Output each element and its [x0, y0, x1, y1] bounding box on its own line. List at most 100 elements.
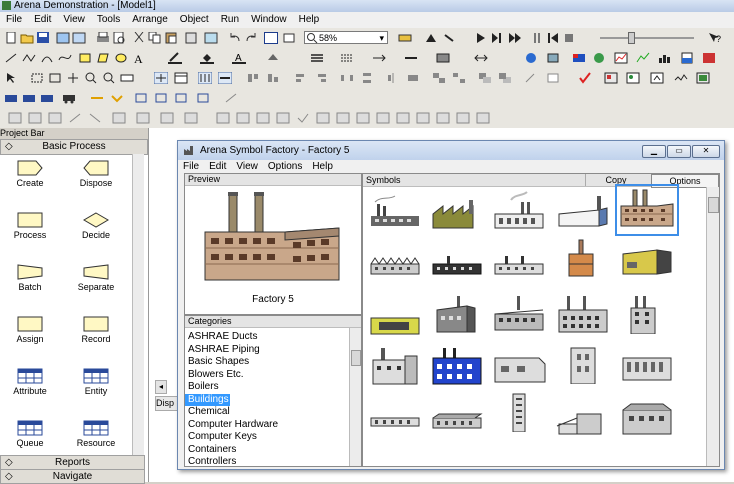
dlg-menu-view[interactable]: View [231, 160, 263, 173]
building-symbol-21[interactable] [367, 396, 423, 438]
dlg-menu-help[interactable]: Help [307, 160, 338, 173]
go-icon[interactable] [474, 32, 488, 44]
line-icon[interactable] [4, 52, 18, 64]
building-symbol-18[interactable] [491, 344, 547, 386]
template-detach-icon[interactable] [72, 32, 86, 44]
animate-connectors-icon[interactable] [88, 112, 102, 124]
histogram-icon[interactable] [658, 52, 672, 64]
cut-icon[interactable] [132, 32, 146, 44]
watch-icon[interactable] [336, 112, 350, 124]
polygon-icon[interactable] [96, 52, 110, 64]
building-symbol-3[interactable] [491, 190, 547, 232]
category-item[interactable]: Computer Keys [185, 431, 361, 444]
module-batch[interactable]: Batch [0, 264, 60, 292]
controls-icon[interactable] [276, 112, 290, 124]
building-symbol-1[interactable] [367, 190, 423, 232]
flag-icon[interactable] [572, 52, 586, 64]
space-vertical-icon[interactable] [360, 72, 374, 84]
network-icon[interactable] [134, 92, 148, 104]
menu-window[interactable]: Window [245, 12, 293, 28]
animation-speed-slider[interactable] [600, 37, 694, 39]
parking-icon[interactable] [224, 92, 238, 104]
module-record[interactable]: Record [66, 316, 126, 344]
building-symbol-2[interactable] [429, 190, 485, 232]
category-item[interactable]: Chemical [185, 406, 361, 419]
category-item[interactable]: Boilers [185, 381, 361, 394]
building-symbol-11[interactable] [367, 298, 423, 340]
building-symbol-15[interactable] [619, 292, 675, 334]
dlg-menu-edit[interactable]: Edit [204, 160, 231, 173]
ellipse-icon[interactable] [114, 52, 128, 64]
snap-object-icon[interactable] [524, 72, 538, 84]
layout-icon[interactable] [416, 112, 430, 124]
building-symbol-20[interactable] [619, 344, 675, 386]
module-dispose[interactable]: Dispose [66, 160, 126, 188]
step-icon[interactable] [490, 32, 504, 44]
menu-run[interactable]: Run [215, 12, 245, 28]
symbols-scrollbar[interactable] [706, 187, 719, 466]
paste-icon[interactable] [164, 32, 178, 44]
align-top-icon[interactable] [246, 72, 260, 84]
line-style-icon[interactable] [340, 52, 354, 64]
minimize-button[interactable]: ▁ [642, 145, 666, 158]
import-icon[interactable] [476, 112, 490, 124]
align-grid-icon[interactable] [436, 112, 450, 124]
building-symbol-8[interactable] [491, 244, 547, 286]
undo-icon[interactable] [228, 32, 242, 44]
categories-scrollbar[interactable] [349, 328, 361, 466]
zoom-fit-icon[interactable] [102, 72, 116, 84]
check-model-icon[interactable] [578, 72, 592, 84]
flip-icon[interactable] [386, 72, 400, 84]
rotate-icon[interactable] [406, 72, 420, 84]
group-icon[interactable] [432, 72, 446, 84]
dlg-menu-options[interactable]: Options [263, 160, 307, 173]
dlg-menu-file[interactable]: File [178, 160, 204, 173]
insert-object-icon[interactable] [204, 32, 218, 44]
arc-icon[interactable] [40, 52, 54, 64]
context-help-icon[interactable]: ? [708, 32, 722, 44]
module-process[interactable]: Process [0, 212, 60, 240]
polyline-icon[interactable] [22, 52, 36, 64]
submodel-icon[interactable] [424, 32, 438, 44]
snap-icon[interactable] [154, 72, 168, 84]
category-item[interactable]: Controllers [185, 456, 361, 466]
menu-arrange[interactable]: Arrange [126, 12, 174, 28]
start-over-icon[interactable] [546, 32, 560, 44]
text-icon[interactable]: A [132, 52, 146, 64]
reports-panel-header[interactable]: ◇ Reports [0, 455, 145, 470]
visual-designer-icon[interactable] [524, 52, 538, 64]
fill-pattern-icon[interactable] [436, 52, 450, 64]
highlight-icon[interactable] [396, 112, 410, 124]
connector-icon[interactable] [68, 112, 82, 124]
variable-icon[interactable] [696, 72, 710, 84]
seize-icon[interactable] [196, 92, 210, 104]
box-icon[interactable] [78, 52, 92, 64]
vba-icon[interactable] [236, 112, 250, 124]
zoom-out-icon[interactable] [84, 72, 98, 84]
find-icon[interactable] [136, 112, 150, 124]
transporter-icon[interactable] [62, 92, 76, 104]
route-icon[interactable] [40, 92, 54, 104]
module-decide[interactable]: Decide [66, 212, 126, 240]
factory-5-symbol-selected[interactable] [615, 184, 679, 236]
building-symbol-4[interactable] [555, 190, 611, 232]
redo-icon[interactable] [244, 32, 258, 44]
category-item-selected[interactable]: Buildings [185, 393, 230, 406]
building-symbol-12[interactable] [429, 292, 485, 334]
module-create[interactable]: Create [0, 160, 60, 188]
segment-icon[interactable] [90, 92, 104, 104]
fill-color-icon[interactable] [200, 52, 214, 64]
guides-icon[interactable] [198, 72, 212, 84]
submodel-open-icon[interactable] [28, 112, 42, 124]
line-color-icon[interactable] [168, 52, 182, 64]
arrow-style-icon[interactable] [372, 52, 386, 64]
close-button[interactable]: ✕ [692, 145, 720, 158]
paste-link-icon[interactable] [184, 32, 198, 44]
chart-icon[interactable] [614, 52, 628, 64]
copy-button[interactable]: Copy [585, 174, 646, 186]
macro-icon[interactable] [216, 112, 230, 124]
clock-icon[interactable] [650, 72, 664, 84]
align-left-icon[interactable] [294, 72, 308, 84]
zoom-in-icon[interactable] [30, 72, 44, 84]
category-item[interactable]: Basic Shapes [185, 356, 361, 369]
